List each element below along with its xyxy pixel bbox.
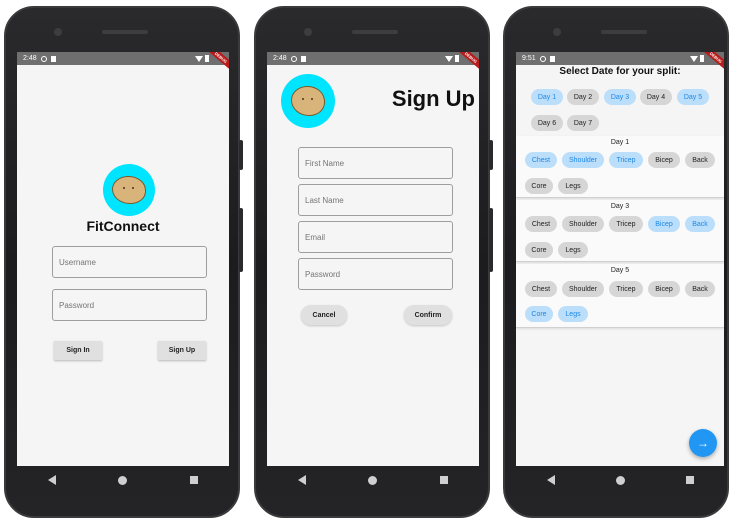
day-chip[interactable]: Day 4 (640, 89, 672, 105)
muscle-chip[interactable]: Chest (525, 152, 557, 168)
cancel-button[interactable]: Cancel (301, 305, 347, 325)
app-title: FitConnect (86, 218, 160, 234)
volume-button[interactable] (239, 208, 243, 272)
status-icon (539, 55, 546, 62)
wifi-icon (690, 55, 698, 62)
app-logo (103, 164, 155, 216)
screenshot-stage: 2:48 DEBUG FitConnect Username Password … (0, 0, 731, 520)
muscle-chip[interactable]: Core (525, 242, 553, 258)
day-chip[interactable]: Day 2 (567, 89, 599, 105)
muscle-chip[interactable]: Chest (525, 216, 557, 232)
day-card-title: Day 5 (610, 267, 630, 274)
muscle-chip[interactable]: Bicep (648, 281, 680, 297)
sim-icon (50, 55, 56, 62)
day-chip[interactable]: Day 1 (531, 89, 563, 105)
sign-up-button[interactable]: Sign Up (158, 341, 206, 360)
muscle-chip[interactable]: Legs (558, 178, 588, 194)
speaker (102, 30, 148, 34)
muscle-chip[interactable]: Chest (525, 281, 557, 297)
recents-icon[interactable] (189, 476, 198, 484)
volume-button[interactable] (489, 208, 493, 272)
status-icon (40, 55, 47, 62)
app-logo (281, 74, 335, 128)
power-button[interactable] (489, 140, 493, 170)
muscle-chip[interactable]: Bicep (648, 152, 680, 168)
confirm-button[interactable]: Confirm (404, 305, 452, 325)
home-icon[interactable] (118, 475, 128, 485)
day-chip[interactable]: Day 6 (531, 115, 563, 131)
phone-split: 9:51 DEBUG Select Date for your split: D… (503, 6, 729, 518)
potato-icon (291, 86, 325, 116)
day-chip[interactable]: Day 7 (567, 115, 599, 131)
speaker (352, 30, 398, 34)
recents-icon[interactable] (439, 476, 448, 484)
sim-icon (549, 55, 555, 62)
muscle-chip[interactable]: Bicep (648, 216, 680, 232)
login-screen: 2:48 DEBUG FitConnect Username Password … (17, 52, 229, 466)
camera (54, 28, 62, 36)
signup-screen: 2:48 DEBUG Sign Up First Name Last Name … (267, 52, 479, 466)
status-time: 2:48 (23, 55, 37, 62)
day-chip[interactable]: Day 3 (604, 89, 636, 105)
muscle-chip[interactable]: Tricep (609, 152, 643, 168)
muscle-chip[interactable]: Tricep (609, 281, 643, 297)
arrow-right-icon: → (697, 436, 709, 450)
sign-in-button[interactable]: Sign In (54, 341, 102, 360)
back-icon[interactable] (48, 475, 57, 485)
camera (304, 28, 312, 36)
day-chip[interactable]: Day 5 (677, 89, 709, 105)
wifi-icon (195, 55, 203, 62)
battery-icon (455, 55, 459, 62)
split-screen: 9:51 DEBUG Select Date for your split: D… (516, 52, 724, 466)
day-card-title: Day 1 (610, 139, 630, 146)
muscle-chip[interactable]: Tricep (609, 216, 643, 232)
battery-icon (205, 55, 209, 62)
status-bar: 2:48 DEBUG (267, 52, 479, 74)
speaker (601, 30, 647, 34)
battery-icon (700, 55, 704, 62)
day-card-title: Day 3 (610, 203, 630, 210)
nav-bar (516, 466, 724, 494)
camera (553, 28, 561, 36)
power-button[interactable] (239, 140, 243, 170)
status-time: 9:51 (522, 55, 536, 62)
home-icon[interactable] (368, 475, 378, 485)
muscle-chip[interactable]: Legs (558, 306, 588, 322)
split-title: Select Date for your split: (559, 66, 681, 77)
status-bar: 9:51 DEBUG (516, 52, 724, 74)
muscle-chip[interactable]: Back (685, 281, 715, 297)
muscle-chip[interactable]: Back (685, 216, 715, 232)
muscle-chip[interactable]: Back (685, 152, 715, 168)
muscle-chip[interactable]: Core (525, 306, 553, 322)
back-icon[interactable] (546, 475, 555, 485)
muscle-chip[interactable]: Core (525, 178, 553, 194)
phone-signup: 2:48 DEBUG Sign Up First Name Last Name … (254, 6, 493, 518)
status-time: 2:48 (273, 55, 287, 62)
status-icon (290, 55, 297, 62)
status-bar: 2:48 DEBUG (17, 52, 229, 74)
first-name-input[interactable]: First Name (298, 147, 453, 179)
muscle-chip[interactable]: Shoulder (562, 152, 604, 168)
password-input[interactable]: Password (52, 289, 207, 321)
username-input[interactable]: Username (52, 246, 207, 278)
sim-icon (300, 55, 306, 62)
page-title: Sign Up (391, 86, 475, 111)
phone-login: 2:48 DEBUG FitConnect Username Password … (4, 6, 243, 518)
potato-icon (112, 176, 146, 204)
muscle-chip[interactable]: Shoulder (562, 216, 604, 232)
recents-icon[interactable] (685, 476, 694, 484)
nav-bar (267, 466, 479, 494)
muscle-chip[interactable]: Legs (558, 242, 588, 258)
nav-bar (17, 466, 229, 494)
last-name-input[interactable]: Last Name (298, 184, 453, 216)
back-icon[interactable] (298, 475, 307, 485)
home-icon[interactable] (615, 475, 625, 485)
muscle-chip[interactable]: Shoulder (562, 281, 604, 297)
email-input[interactable]: Email (298, 221, 453, 253)
password-input[interactable]: Password (298, 258, 453, 290)
wifi-icon (445, 55, 453, 62)
next-fab-button[interactable]: → (689, 429, 717, 457)
